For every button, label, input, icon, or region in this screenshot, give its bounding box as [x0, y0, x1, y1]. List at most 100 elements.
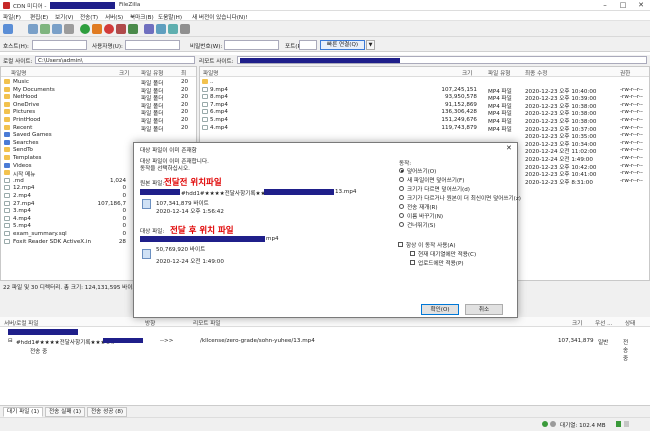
- toggle-queue-icon[interactable]: [64, 24, 74, 34]
- source-size: 107,341,879 바이트: [156, 201, 209, 207]
- quickconnect-button[interactable]: 빠른 연결(Q): [320, 40, 365, 50]
- action-radio-2[interactable]: [399, 186, 404, 191]
- list-item[interactable]: PrintHood 파일 폴더 20: [1, 116, 196, 125]
- toggle-tree-icon[interactable]: [40, 24, 50, 34]
- file-icon: [4, 193, 10, 198]
- list-item[interactable]: Pictures 파일 폴더 20: [1, 108, 196, 117]
- cell-size: 151,249,676: [441, 117, 477, 123]
- process-queue-icon[interactable]: [92, 24, 102, 34]
- menu-view[interactable]: 보기(V): [55, 13, 73, 21]
- upload-only-checkbox[interactable]: [410, 260, 415, 265]
- queue-direction: -->>: [160, 338, 174, 344]
- folder-icon: [4, 147, 10, 153]
- compare-icon[interactable]: [168, 24, 178, 34]
- cell-perm: -rw-r--r--: [620, 147, 643, 154]
- tab-failed[interactable]: 전송 실패 (1): [45, 407, 86, 417]
- menu-transfer[interactable]: 전송(T): [80, 13, 98, 21]
- folder-icon: [4, 117, 10, 122]
- action-radio-5[interactable]: [399, 213, 404, 218]
- cell-name: 7.mp4: [210, 101, 228, 108]
- ok-button[interactable]: 확인(O): [421, 304, 459, 315]
- user-input[interactable]: [125, 40, 180, 50]
- tab-successful[interactable]: 전송 성공 (8): [87, 407, 128, 417]
- action-radio-4[interactable]: [399, 204, 404, 209]
- menu-bookmark[interactable]: 북마크(B): [130, 13, 154, 21]
- menu-edit[interactable]: 편집(E): [30, 13, 48, 21]
- cell-name: 9.mp4: [210, 86, 228, 93]
- chevron-down-icon[interactable]: ▼: [366, 40, 375, 50]
- search-icon[interactable]: [180, 24, 190, 34]
- folder-icon: [4, 132, 10, 138]
- file-icon: [202, 86, 208, 92]
- disconnect-icon[interactable]: [116, 24, 126, 34]
- port-input[interactable]: [299, 40, 317, 50]
- list-item[interactable]: 5.mp4 151,249,676 MP4 파일 2020-12-23 오후 10:3…: [200, 116, 649, 125]
- sync-browse-icon[interactable]: [156, 24, 166, 34]
- current-queue-checkbox[interactable]: [410, 251, 415, 256]
- list-item[interactable]: 9.mp4 107,245,151 MP4 파일 2020-12-23 오후 10:4…: [200, 86, 649, 95]
- always-use-checkbox[interactable]: [398, 242, 403, 247]
- cancel-icon[interactable]: [104, 24, 114, 34]
- filter-icon[interactable]: [144, 24, 154, 34]
- menu-help[interactable]: 도움말(H): [158, 13, 182, 21]
- close-icon[interactable]: ✕: [632, 0, 650, 11]
- action-radio-3[interactable]: [399, 195, 404, 200]
- action-radio-0[interactable]: [399, 168, 404, 173]
- cell-name: .md: [13, 177, 24, 184]
- close-icon[interactable]: ✕: [506, 144, 512, 152]
- action-radio-1[interactable]: [399, 177, 404, 182]
- cancel-button[interactable]: 취소: [465, 304, 503, 315]
- toggle-remote-tree-icon[interactable]: [52, 24, 62, 34]
- list-item[interactable]: OneDrive 파일 폴더 20: [1, 101, 196, 110]
- source-file-ext: 13.mp4: [335, 189, 357, 195]
- list-item[interactable]: 4.mp4 119,743,879 MP4 파일 2020-12-23 오후 10:3…: [200, 124, 649, 133]
- cell-perm: -rw-r--r--: [620, 139, 643, 146]
- list-item[interactable]: Music 파일 폴더 20: [1, 78, 196, 87]
- col-remote-size[interactable]: 크기: [462, 69, 472, 77]
- col-remote-type[interactable]: 파일 유형: [488, 69, 510, 77]
- col-remote-perm[interactable]: 권한: [620, 69, 630, 77]
- local-path-input[interactable]: C:\Users\admin\: [35, 56, 195, 64]
- col-size[interactable]: 크기: [119, 69, 129, 77]
- list-item[interactable]: Saved Games: [1, 131, 196, 139]
- list-item[interactable]: 6.mp4 136,306,428 MP4 파일 2020-12-23 오후 10:3…: [200, 108, 649, 117]
- remote-path-input[interactable]: [237, 56, 647, 64]
- cell-name: NetHood: [13, 94, 38, 101]
- list-item[interactable]: 2020-12-23 오후 10:35:00 -rw-r--r--: [200, 131, 649, 140]
- site-manager-icon[interactable]: [3, 24, 13, 34]
- list-item[interactable]: 8.mp4 93,950,578 MP4 파일 2020-12-23 오후 10:39…: [200, 93, 649, 102]
- cell-size: 0: [122, 223, 126, 230]
- password-input[interactable]: [224, 40, 279, 50]
- file-icon: [4, 238, 10, 244]
- host-input[interactable]: [32, 40, 87, 50]
- reconnect-icon[interactable]: [128, 24, 138, 34]
- refresh-icon[interactable]: [80, 24, 90, 34]
- target-date: 2020-12-24 오전 1:49:00: [156, 259, 224, 265]
- tab-queued[interactable]: 대기 파일 (1): [3, 407, 44, 417]
- list-item[interactable]: NetHood 파일 폴더 20: [1, 93, 196, 102]
- cell-name: 12.mp4: [13, 185, 35, 192]
- maximize-icon[interactable]: □: [614, 0, 632, 11]
- col-filename[interactable]: 파일명: [11, 69, 26, 77]
- col-modified[interactable]: 최: [181, 69, 186, 77]
- menu-file[interactable]: 파일(F): [3, 13, 21, 21]
- menu-new-version[interactable]: 새 버전이 있습니다(N)!: [192, 13, 248, 21]
- col-remote-filename[interactable]: 파일명: [203, 69, 218, 77]
- action-radio-6[interactable]: [399, 222, 404, 227]
- list-item[interactable]: ..: [200, 78, 649, 86]
- gear-icon: [550, 421, 556, 427]
- source-label: 원본 파일:: [140, 181, 165, 187]
- list-item[interactable]: 7.mp4 91,152,869 MP4 파일 2020-12-23 오후 10:38…: [200, 101, 649, 110]
- queue-row[interactable]: ⊟ #hdd1#★★★★전달사항기록★★★★# -->> /kllcense/z…: [8, 337, 628, 362]
- list-item[interactable]: Recent 파일 폴더 20: [1, 124, 196, 133]
- minimize-icon[interactable]: –: [596, 0, 614, 11]
- col-remote-modified[interactable]: 최종 수정: [525, 69, 547, 77]
- folder-icon: [4, 101, 10, 107]
- col-type[interactable]: 파일 유형: [141, 69, 163, 77]
- queue-local-file: #hdd1#★★★★전달사항기록★★★★#: [16, 340, 116, 346]
- list-item[interactable]: My Documents 파일 폴더 20: [1, 86, 196, 95]
- toggle-log-icon[interactable]: [28, 24, 38, 34]
- cell-size: 0: [122, 185, 126, 192]
- menu-server[interactable]: 서버(S): [105, 13, 123, 21]
- window-title-app: FileZilla: [119, 2, 141, 8]
